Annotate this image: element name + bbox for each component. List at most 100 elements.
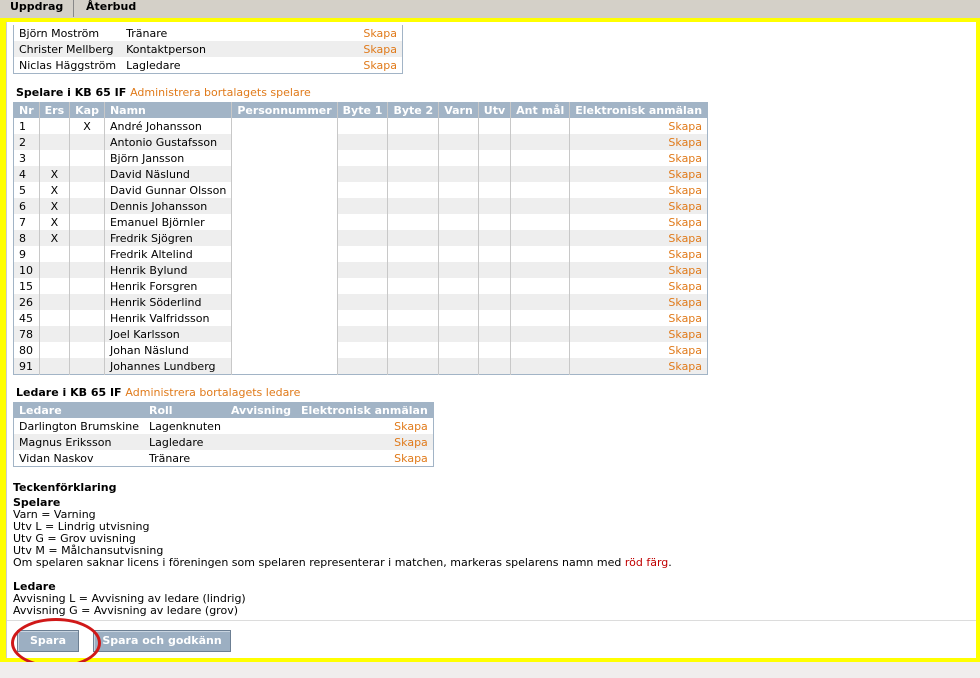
varn-cell	[438, 342, 479, 358]
content-panel: Björn Moström Tränare Skapa Christer Mellbe…	[6, 22, 976, 668]
leader-role: Lagenknuten	[148, 419, 221, 433]
player-number: 78	[13, 326, 40, 342]
skapa-link[interactable]: Skapa	[296, 418, 433, 434]
skapa-link[interactable]: Skapa	[569, 198, 708, 214]
player-kap	[69, 278, 105, 294]
tab-uppdrag[interactable]: Uppdrag	[0, 0, 75, 17]
player-kap: X	[69, 118, 105, 134]
utv-cell	[478, 182, 512, 198]
player-number: 6	[13, 198, 40, 214]
avvisning-cell	[226, 450, 296, 467]
skapa-link[interactable]: Skapa	[570, 278, 708, 294]
player-row: 26 Henrik Söderlind Skapa	[13, 294, 708, 310]
skapa-link[interactable]: Skapa	[570, 246, 708, 262]
skapa-link[interactable]: Skapa	[296, 450, 433, 467]
player-ers	[39, 310, 71, 326]
skapa-link[interactable]: Skapa	[569, 262, 708, 278]
player-kap	[69, 150, 105, 166]
varn-cell	[438, 278, 479, 294]
personnummer-cell	[231, 294, 338, 310]
player-kap	[69, 262, 105, 278]
skapa-link[interactable]: Skapa	[310, 57, 403, 74]
player-kap	[69, 246, 105, 262]
leaders-title: Ledare i KB 65 IF	[16, 386, 122, 399]
skapa-link[interactable]: Skapa	[310, 25, 403, 41]
varn-cell	[438, 182, 479, 198]
player-ers: X	[39, 230, 71, 246]
utv-cell	[478, 342, 512, 358]
official-role: Lagledare	[126, 58, 181, 72]
byte2-cell	[387, 182, 440, 198]
personnummer-cell	[231, 166, 338, 182]
players-heading: Spelare i KB 65 IF Administrera bortalag…	[16, 86, 311, 99]
admin-players-link[interactable]: Administrera bortalagets spelare	[130, 86, 311, 99]
varn-cell	[438, 246, 479, 262]
skapa-link[interactable]: Skapa	[570, 310, 708, 326]
skapa-link[interactable]: Skapa	[570, 150, 708, 166]
player-ers	[39, 278, 71, 294]
player-ers	[39, 246, 71, 262]
player-number: 5	[13, 182, 40, 198]
byte2-cell	[387, 342, 440, 358]
player-row: 45 Henrik Valfridsson Skapa	[13, 310, 708, 326]
player-number: 4	[13, 166, 40, 182]
skapa-link[interactable]: Skapa	[570, 182, 708, 198]
ant-mal-cell	[510, 294, 571, 310]
ant-mal-cell	[510, 198, 571, 214]
byte2-cell	[387, 166, 440, 182]
skapa-link[interactable]: Skapa	[569, 134, 708, 150]
skapa-link[interactable]: Skapa	[569, 358, 708, 375]
byte1-cell	[337, 246, 389, 262]
leader-name: Magnus Eriksson	[13, 434, 144, 450]
official-row: Christer Mellberg Kontaktperson Skapa	[13, 41, 403, 57]
player-kap	[69, 182, 105, 198]
utv-cell	[478, 310, 512, 326]
player-number: 26	[13, 294, 40, 310]
skapa-link[interactable]: Skapa	[569, 166, 708, 182]
skapa-link[interactable]: Skapa	[570, 214, 708, 230]
ant-mal-cell	[510, 182, 571, 198]
player-number: 1	[13, 118, 40, 134]
skapa-link[interactable]: Skapa	[569, 294, 708, 310]
utv-cell	[478, 150, 512, 166]
player-kap	[69, 342, 105, 358]
save-approve-button[interactable]: Spara och godkänn	[93, 630, 231, 652]
license-note-red: röd färg	[624, 556, 669, 569]
avvisning-cell	[225, 434, 297, 450]
leader-row: Vidan Naskov Tränare Skapa	[14, 450, 434, 467]
ant-mal-cell	[510, 150, 571, 166]
utv-cell	[478, 214, 512, 230]
player-ers: X	[39, 198, 71, 214]
player-row: 7 X Emanuel Björnler Skapa	[13, 214, 708, 230]
utv-cell	[478, 166, 512, 182]
tab-aterbud[interactable]: Återbud	[76, 0, 146, 17]
skapa-link[interactable]: Skapa	[570, 342, 708, 358]
player-name: David Näslund	[104, 166, 233, 182]
skapa-link[interactable]: Skapa	[569, 230, 708, 246]
player-name: David Gunnar Olsson	[104, 182, 233, 198]
player-name: Joel Karlsson	[104, 326, 233, 342]
admin-leaders-link[interactable]: Administrera bortalagets ledare	[125, 386, 300, 399]
varn-cell	[438, 358, 479, 375]
player-row: 2 Antonio Gustafsson Skapa	[13, 134, 708, 150]
skapa-link[interactable]: Skapa	[569, 326, 708, 342]
varn-cell	[438, 230, 479, 246]
player-name: Björn Jansson	[104, 150, 233, 166]
byte2-cell	[387, 310, 440, 326]
utv-cell	[478, 246, 512, 262]
column-header: Personnummer	[231, 102, 338, 118]
legend-title: Teckenförklaring	[13, 481, 117, 494]
leader-role: Tränare	[148, 451, 191, 465]
player-kap	[69, 358, 105, 375]
byte2-cell	[387, 262, 440, 278]
player-number: 7	[13, 214, 40, 230]
official-row: Björn Moström Tränare Skapa	[14, 25, 403, 41]
player-ers	[39, 294, 71, 310]
ant-mal-cell	[510, 118, 571, 134]
skapa-link[interactable]: Skapa	[570, 118, 708, 134]
skapa-link[interactable]: Skapa	[296, 434, 434, 450]
player-row: 5 X David Gunnar Olsson Skapa	[13, 182, 708, 198]
player-kap	[69, 230, 105, 246]
official-name: Björn Moström	[19, 26, 100, 40]
skapa-link[interactable]: Skapa	[309, 41, 403, 57]
